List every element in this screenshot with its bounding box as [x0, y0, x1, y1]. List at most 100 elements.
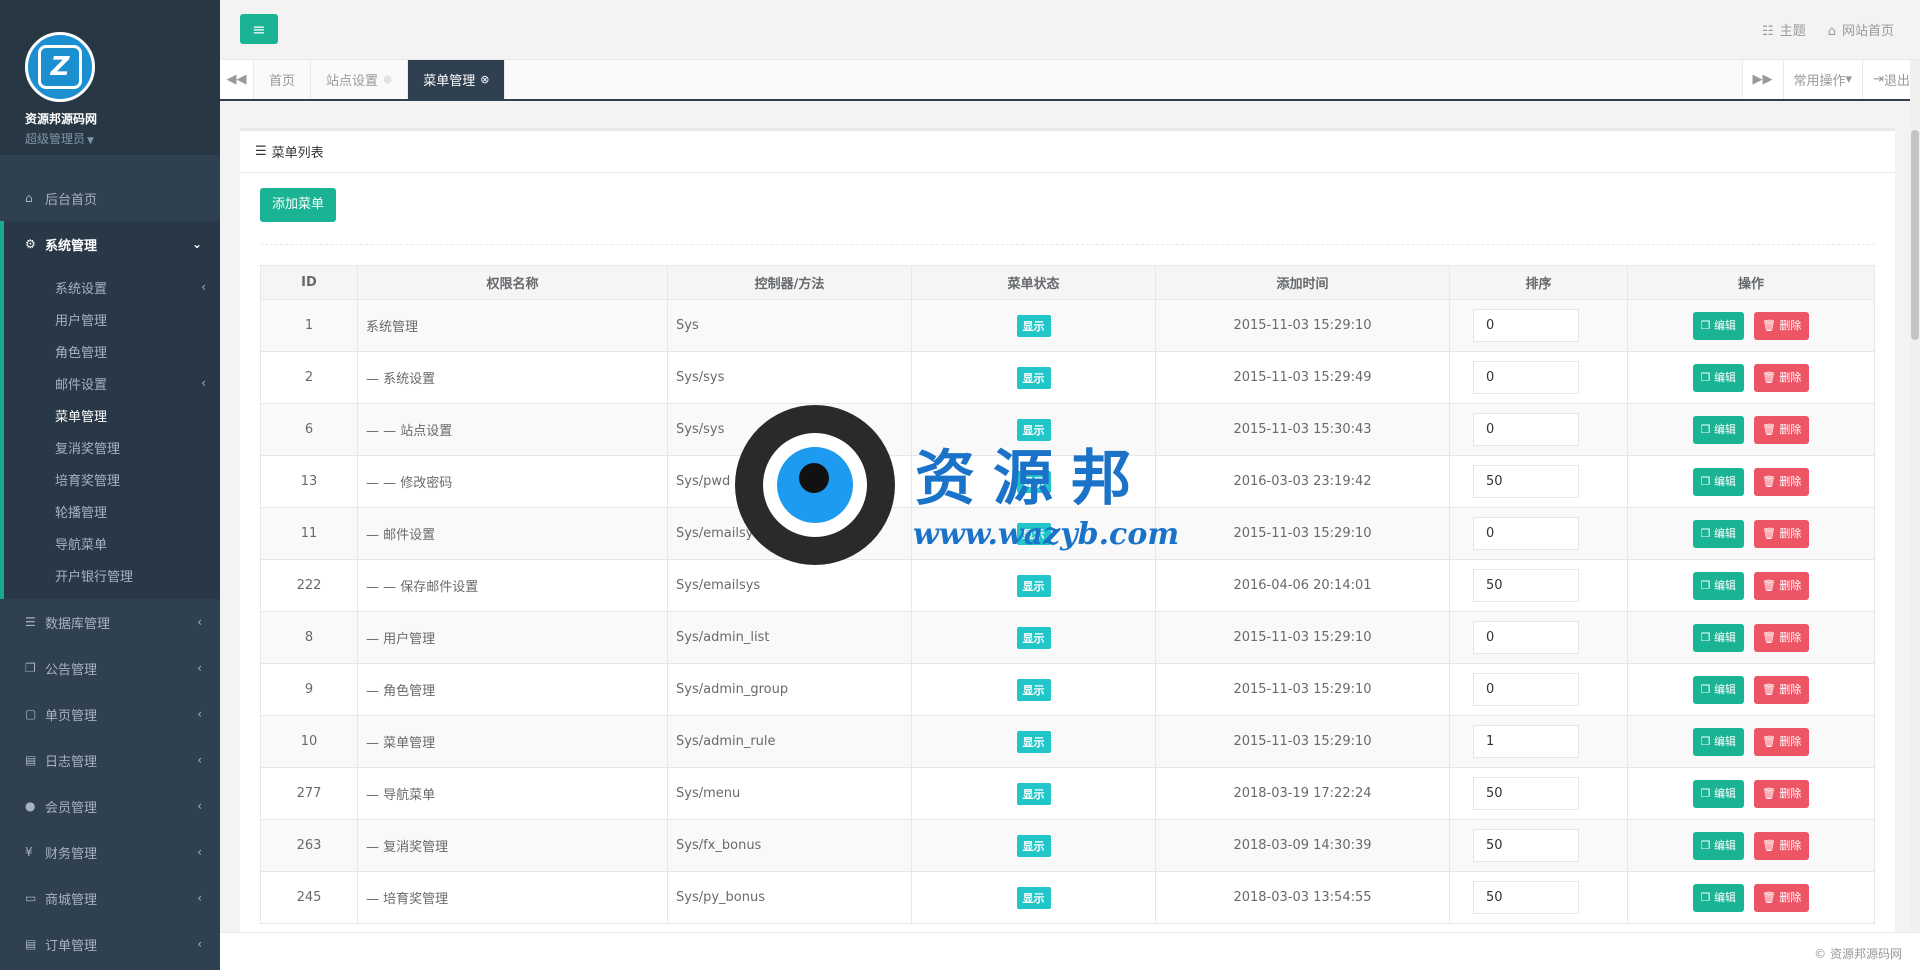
edit-button[interactable]: ❐ 编辑	[1692, 519, 1744, 548]
status-badge[interactable]: 显示	[1016, 366, 1051, 389]
sort-input[interactable]: 0	[1473, 413, 1579, 446]
chevron-down-icon: ⌄	[191, 237, 202, 251]
nav-item-database[interactable]: ☰ 数据库管理 ‹	[0, 599, 220, 645]
page-scrollbar[interactable]	[1910, 60, 1920, 930]
status-badge[interactable]: 显示	[1016, 574, 1051, 597]
cell-name: — 系统设置	[357, 351, 668, 404]
delete-button[interactable]: 🗑 删除	[1753, 519, 1810, 548]
delete-button[interactable]: 🗑 删除	[1753, 623, 1810, 652]
nav-item-logs[interactable]: ▤ 日志管理 ‹	[0, 737, 220, 783]
sort-input[interactable]: 0	[1473, 621, 1579, 654]
sort-input[interactable]: 50	[1473, 777, 1579, 810]
edit-button[interactable]: ❐ 编辑	[1692, 831, 1744, 860]
cell-actions: ❐ 编辑 🗑 删除	[1627, 663, 1875, 716]
status-badge[interactable]: 显示	[1016, 314, 1051, 337]
close-icon[interactable]: ⊗	[383, 73, 392, 86]
sort-input[interactable]: 0	[1473, 309, 1579, 342]
status-badge[interactable]: 显示	[1016, 522, 1051, 545]
delete-button[interactable]: 🗑 删除	[1753, 415, 1810, 444]
delete-button[interactable]: 🗑 删除	[1753, 311, 1810, 340]
role-dropdown[interactable]: 超级管理员 ▼	[25, 130, 220, 147]
sort-input[interactable]: 0	[1473, 517, 1579, 550]
nav-item-orders[interactable]: ▤ 订单管理 ‹	[0, 921, 220, 967]
cell-actions: ❐ 编辑 🗑 删除	[1627, 455, 1875, 508]
status-badge[interactable]: 显示	[1016, 886, 1051, 909]
status-badge[interactable]: 显示	[1016, 834, 1051, 857]
status-badge[interactable]: 显示	[1016, 470, 1051, 493]
tab-menu-management[interactable]: 菜单管理 ⊗	[408, 60, 506, 99]
delete-button[interactable]: 🗑 删除	[1753, 831, 1810, 860]
sidebar-item-roles[interactable]: 角色管理	[4, 335, 220, 367]
site-home-link[interactable]: ⌂ 网站首页	[1828, 20, 1894, 39]
sidebar-item-banks[interactable]: 开户银行管理	[4, 559, 220, 591]
edit-button[interactable]: ❐ 编辑	[1692, 311, 1744, 340]
sidebar-item-users[interactable]: 用户管理	[4, 303, 220, 335]
edit-button[interactable]: ❐ 编辑	[1692, 363, 1744, 392]
sort-input[interactable]: 1	[1473, 725, 1579, 758]
common-ops-dropdown[interactable]: 常用操作 ▾	[1782, 60, 1863, 99]
tab-home[interactable]: 首页	[254, 60, 312, 99]
edit-button[interactable]: ❐ 编辑	[1692, 467, 1744, 496]
sidebar-item-carousel[interactable]: 轮播管理	[4, 495, 220, 527]
delete-button[interactable]: 🗑 删除	[1753, 779, 1810, 808]
cell-name: — 邮件设置	[357, 507, 668, 560]
sort-input[interactable]: 50	[1473, 465, 1579, 498]
nav-item-shop[interactable]: ▭ 商城管理 ‹	[0, 875, 220, 921]
sort-input[interactable]: 50	[1473, 569, 1579, 602]
tab-scroll-right-button[interactable]: ▶▶	[1741, 60, 1783, 99]
trash-icon: 🗑	[1761, 318, 1780, 332]
edit-button[interactable]: ❐ 编辑	[1692, 623, 1744, 652]
sidebar-toggle-button[interactable]: ≡	[240, 14, 278, 44]
sidebar-item-menus[interactable]: 菜单管理	[4, 399, 220, 431]
tab-scroll-left-button[interactable]: ◀◀	[220, 60, 254, 99]
nav-item-system[interactable]: ⚙ 系统管理 ⌄	[0, 221, 220, 267]
delete-button[interactable]: 🗑 删除	[1753, 363, 1810, 392]
status-badge[interactable]: 显示	[1016, 626, 1051, 649]
table-row: 8— 用户管理 Sys/admin_list 显示 2015-11-03 15:29:…	[260, 611, 1875, 664]
trash-icon: 🗑	[1761, 370, 1780, 384]
edit-button[interactable]: ❐ 编辑	[1692, 727, 1744, 756]
nav-item-pages[interactable]: ▢ 单页管理 ‹	[0, 691, 220, 737]
sidebar-item-py-bonus[interactable]: 培育奖管理	[4, 463, 220, 495]
nav-item-finance[interactable]: ¥ 财务管理 ‹	[0, 829, 220, 875]
delete-button[interactable]: 🗑 删除	[1753, 727, 1810, 756]
edit-button[interactable]: ❐ 编辑	[1692, 675, 1744, 704]
table-row: 9— 角色管理 Sys/admin_group 显示 2015-11-03 15:29…	[260, 663, 1875, 716]
copy-icon: ❐	[1700, 474, 1714, 488]
tab-site-settings[interactable]: 站点设置 ⊗	[311, 60, 409, 99]
status-badge[interactable]: 显示	[1016, 678, 1051, 701]
delete-button[interactable]: 🗑 删除	[1753, 883, 1810, 912]
sort-input[interactable]: 50	[1473, 881, 1579, 914]
theme-link[interactable]: ☷ 主题	[1762, 20, 1806, 39]
chevron-left-icon: ‹	[197, 661, 202, 675]
sidebar-item-site-settings[interactable]: 系统设置 ‹	[4, 271, 220, 303]
sort-input[interactable]: 0	[1473, 361, 1579, 394]
status-badge[interactable]: 显示	[1016, 418, 1051, 441]
edit-button[interactable]: ❐ 编辑	[1692, 779, 1744, 808]
add-menu-button[interactable]: 添加菜单	[260, 188, 337, 222]
caret-down-icon: ▼	[87, 136, 94, 146]
cell-id: 1	[260, 299, 358, 352]
nav-item-members[interactable]: ● 会员管理 ‹	[0, 783, 220, 829]
cell-controller: Sys/admin_group	[667, 663, 912, 716]
cell-status: 显示	[911, 403, 1156, 456]
sort-input[interactable]: 0	[1473, 673, 1579, 706]
close-icon[interactable]: ⊗	[480, 73, 489, 86]
nav-item-announcements[interactable]: ❐ 公告管理 ‹	[0, 645, 220, 691]
sidebar-item-fx-bonus[interactable]: 复消奖管理	[4, 431, 220, 463]
delete-button[interactable]: 🗑 删除	[1753, 675, 1810, 704]
sidebar-item-mail[interactable]: 邮件设置 ‹	[4, 367, 220, 399]
edit-button[interactable]: ❐ 编辑	[1692, 571, 1744, 600]
status-badge[interactable]: 显示	[1016, 730, 1051, 753]
status-badge[interactable]: 显示	[1016, 782, 1051, 805]
tab-label: 站点设置	[326, 74, 379, 89]
scrollbar-thumb[interactable]	[1911, 130, 1919, 340]
sidebar-item-nav-menu[interactable]: 导航菜单	[4, 527, 220, 559]
edit-button[interactable]: ❐ 编辑	[1692, 415, 1744, 444]
nav-item-dashboard[interactable]: ⌂ 后台首页	[0, 175, 220, 221]
cell-name: — — 修改密码	[357, 455, 668, 508]
delete-button[interactable]: 🗑 删除	[1753, 571, 1810, 600]
sort-input[interactable]: 50	[1473, 829, 1579, 862]
edit-button[interactable]: ❐ 编辑	[1692, 883, 1744, 912]
delete-button[interactable]: 🗑 删除	[1753, 467, 1810, 496]
